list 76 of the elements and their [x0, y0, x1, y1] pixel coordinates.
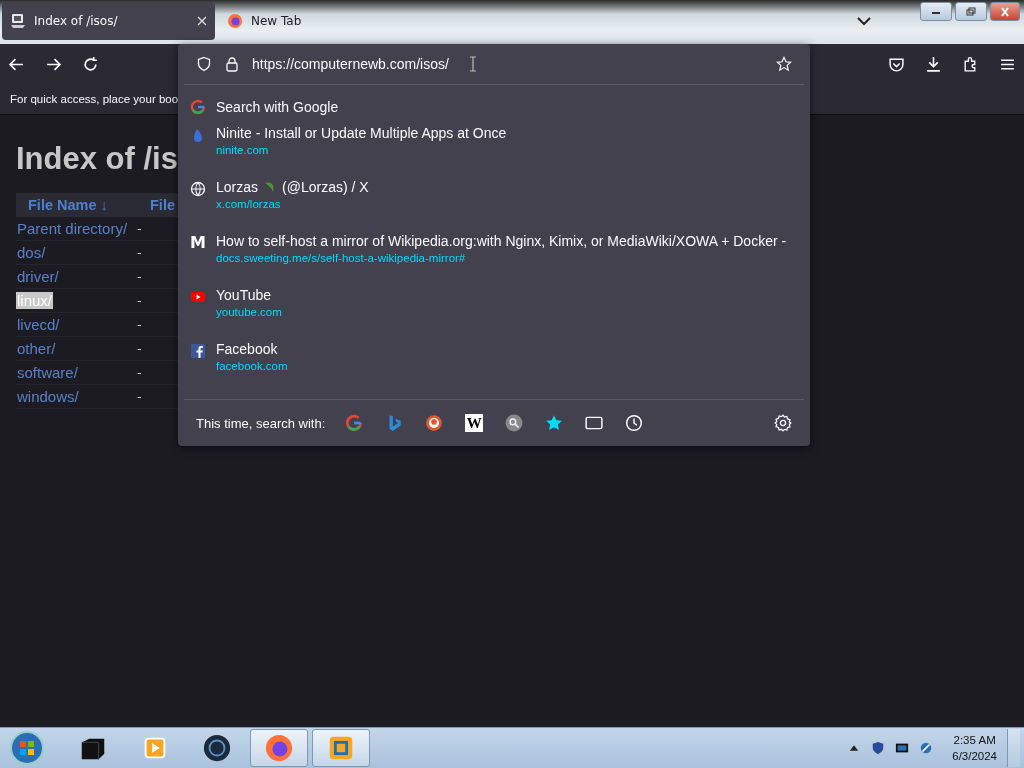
close-icon — [999, 6, 1011, 17]
close-icon[interactable] — [197, 16, 207, 26]
table-cell: - — [137, 221, 142, 236]
pocket-icon[interactable] — [888, 55, 905, 73]
directory-link[interactable]: Parent directory/ — [16, 220, 129, 237]
suggestion-title: Facebook — [216, 341, 278, 357]
duck-icon[interactable] — [425, 414, 444, 432]
table-cell: - — [137, 389, 142, 404]
suggestion-title: How to self-host a mirror of Wikipedia.org:with Nginx, Kimix, or MediaWiki/XOWA + Docker - — [216, 233, 787, 249]
minimize-button[interactable] — [920, 2, 952, 21]
suggestion-item[interactable]: M How to self-host a mirror of Wikipedia.org:with Nginx, Kimix, or MediaWiki/XOWA + Docker - docs.sweeting.me/s/self-host-a-wikipedia-mirror# — [178, 233, 810, 287]
restore-icon — [965, 6, 977, 17]
network-icon[interactable] — [919, 741, 934, 755]
column-header[interactable]: File Name ↓ — [16, 197, 150, 213]
browser-tab[interactable]: New Tab — [219, 2, 432, 40]
directory-link[interactable]: software/ — [16, 364, 79, 381]
table-cell: - — [137, 341, 142, 356]
download-icon[interactable] — [925, 55, 942, 73]
shield-icon[interactable] — [871, 741, 886, 755]
reload-icon[interactable] — [82, 55, 99, 73]
google-icon[interactable] — [345, 414, 364, 432]
star-icon[interactable] — [776, 56, 792, 72]
suggestion-item[interactable]: Lorzas (@Lorzas) / X x.com/lorzas — [178, 179, 810, 233]
tab-icon[interactable] — [585, 414, 604, 432]
table-cell: - — [137, 293, 142, 308]
directory-link[interactable]: windows/ — [16, 388, 80, 405]
suggestion-item[interactable]: YouTube youtube.com — [178, 287, 810, 341]
text-cursor-icon — [469, 56, 477, 72]
star-icon[interactable] — [545, 414, 564, 432]
suggestion-item[interactable]: Search with Google — [178, 89, 810, 125]
firefox-icon — [264, 733, 294, 763]
directory-link[interactable]: livecd/ — [16, 316, 61, 333]
browser-tab[interactable]: Index of /isos/ — [2, 2, 215, 40]
table-cell: - — [137, 269, 142, 284]
url-field[interactable]: https://computernewb.com/isos/ — [252, 56, 457, 72]
suggestion-url: x.com/lorzas — [216, 198, 282, 210]
column-header[interactable]: File — [150, 197, 175, 213]
suggestion-url: ninite.com — [216, 144, 270, 156]
suggestion-title: Search with Google — [216, 99, 339, 115]
table-cell: - — [137, 317, 142, 332]
bookmarks-hint: For quick access, place your boo — [10, 93, 179, 105]
page-heading: Index of /is — [16, 141, 178, 177]
suggestion-title: YouTube — [216, 287, 271, 303]
google-icon — [190, 99, 206, 115]
lock-icon[interactable] — [224, 56, 240, 72]
directory-link[interactable]: other/ — [16, 340, 57, 357]
suggestion-url: docs.sweeting.me/s/self-host-a-wikipedia-mirror# — [216, 252, 467, 264]
firefox-icon — [227, 13, 243, 29]
circle-icon — [202, 733, 232, 763]
table-cell: - — [137, 365, 142, 380]
restore-button[interactable] — [955, 2, 987, 21]
directory-link[interactable]: dos/ — [16, 244, 47, 261]
computer-icon — [10, 13, 26, 29]
clock-icon[interactable] — [625, 414, 644, 432]
suggestion-title: (@Lorzas) / X — [282, 179, 369, 195]
table-cell: - — [137, 245, 142, 260]
settings-icon[interactable] — [774, 414, 792, 432]
facebook-icon — [190, 343, 206, 359]
site-icon: M — [190, 235, 206, 251]
shield-icon[interactable] — [196, 56, 212, 72]
suggestion-title: Lorzas — [216, 179, 259, 195]
suggestion-item[interactable]: Ninite - Install or Update Multiple Apps at Once ninite.com — [178, 125, 810, 179]
search-icon[interactable] — [505, 414, 524, 432]
suggestion-url: youtube.com — [216, 306, 282, 318]
chevron-down-icon[interactable] — [857, 16, 871, 26]
youtube-icon — [190, 289, 206, 305]
directory-link[interactable]: driver/ — [16, 268, 60, 285]
search-with-label: This time, search with: — [196, 415, 326, 431]
suggestion-url: facebook.com — [216, 360, 288, 372]
suggestion-item[interactable]: Facebook facebook.com — [178, 341, 810, 395]
monitor-icon[interactable] — [895, 741, 910, 755]
clock[interactable]: 2:35 AM 6/3/2024 — [952, 732, 997, 764]
suggestion-title: Ninite - Install or Update Multiple Apps at Once — [216, 125, 507, 141]
wikipedia-icon[interactable]: W — [465, 414, 484, 432]
close-button[interactable] — [990, 2, 1020, 21]
globe-icon — [190, 181, 206, 197]
